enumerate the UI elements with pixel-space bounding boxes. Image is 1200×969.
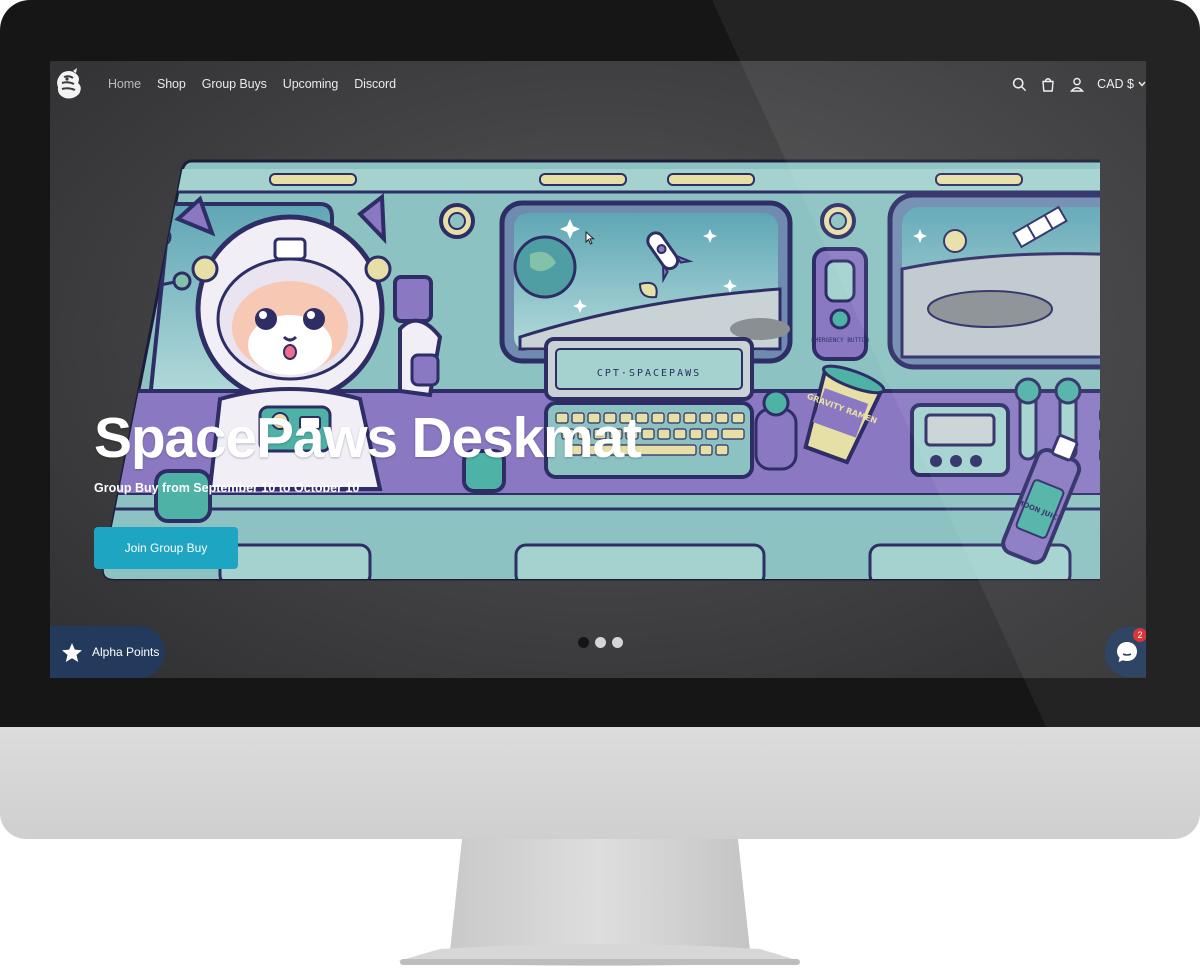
console-label: CPT·SPACEPAWS bbox=[597, 368, 701, 379]
chat-bubble-icon bbox=[1117, 642, 1137, 662]
slide-dot-1[interactable] bbox=[578, 637, 589, 648]
monitor-chin bbox=[0, 727, 1200, 839]
search-icon[interactable] bbox=[1008, 73, 1030, 95]
alpha-points-button[interactable]: Alpha Points bbox=[50, 626, 165, 678]
hero-title: SpacePaws Deskmat bbox=[94, 406, 642, 470]
nav-group-buys[interactable]: Group Buys bbox=[202, 77, 267, 91]
monitor-stand bbox=[398, 839, 800, 966]
slide-dot-3[interactable] bbox=[612, 637, 623, 648]
nav-shop[interactable]: Shop bbox=[157, 77, 186, 91]
mouse-cursor-icon bbox=[585, 231, 595, 245]
emergency-label: EMERGENCY BUTTON bbox=[811, 337, 869, 344]
cart-icon[interactable] bbox=[1037, 73, 1059, 95]
alpha-points-label: Alpha Points bbox=[92, 645, 160, 659]
currency-selector[interactable]: CAD $ bbox=[1097, 77, 1146, 91]
chevron-down-icon bbox=[1138, 81, 1146, 87]
store-logo[interactable] bbox=[53, 67, 85, 101]
nav-discord[interactable]: Discord bbox=[354, 77, 396, 91]
star-icon bbox=[52, 642, 92, 663]
nav-upcoming[interactable]: Upcoming bbox=[283, 77, 339, 91]
slide-dot-2[interactable] bbox=[595, 637, 606, 648]
header-actions: CAD $ bbox=[1008, 73, 1146, 95]
slider-pagination bbox=[578, 637, 623, 648]
join-group-buy-button[interactable]: Join Group Buy bbox=[94, 527, 238, 569]
chat-notification-badge: 2 bbox=[1133, 628, 1146, 642]
currency-label: CAD $ bbox=[1097, 77, 1134, 91]
account-icon[interactable] bbox=[1066, 73, 1088, 95]
website-screen: Home Shop Group Buys Upcoming Discord CA… bbox=[50, 61, 1146, 678]
nav-home[interactable]: Home bbox=[108, 77, 141, 91]
main-nav: Home Shop Group Buys Upcoming Discord bbox=[108, 77, 412, 91]
hero-subtitle: Group Buy from September 10 to October 1… bbox=[94, 481, 360, 495]
hero-deskmat-image: EMERGENCY BUTTON CPT·SPACEPAWS GRAVITY R… bbox=[102, 159, 1100, 581]
